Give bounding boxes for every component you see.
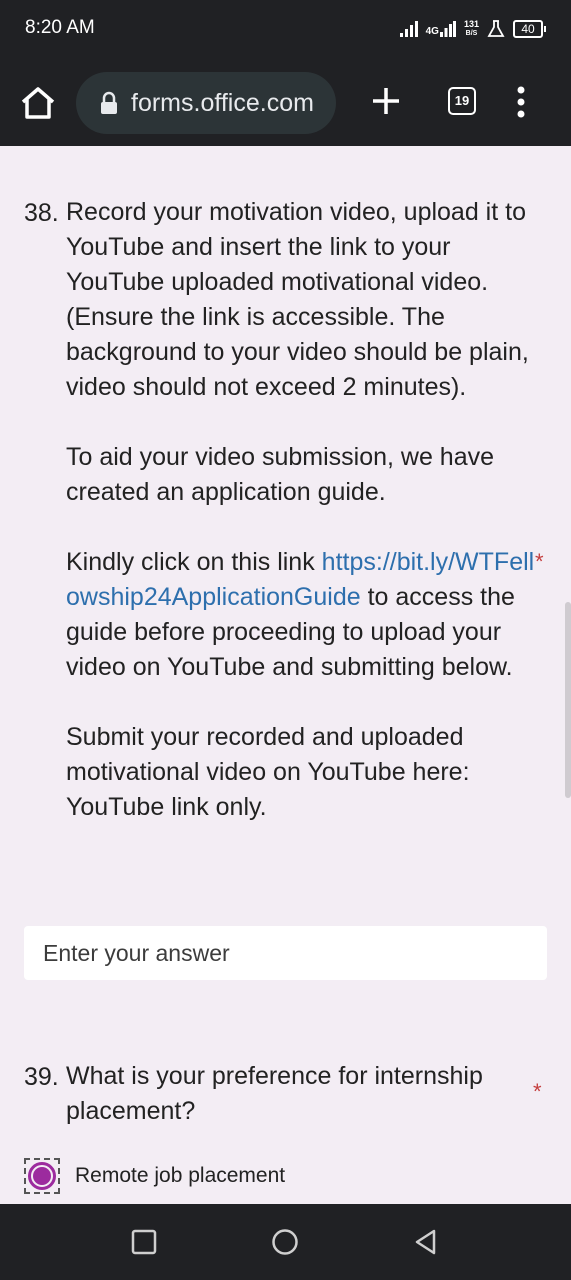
navigation-bar (0, 1204, 571, 1280)
speed-unit: B/S (465, 30, 478, 37)
lock-icon (101, 91, 117, 114)
signal-4g-icon: 4G (426, 21, 456, 37)
url-text: forms.office.com (131, 89, 314, 117)
status-bar: 8:20 AM 4G 131 B/S 40 (0, 0, 571, 58)
new-tab-icon[interactable] (370, 85, 402, 117)
required-marker: * (535, 549, 544, 574)
signal-bars-icon (439, 21, 456, 37)
question-38-text: Record your motivation video, upload it … (66, 198, 529, 401)
battery-level: 40 (513, 20, 543, 38)
back-icon[interactable] (412, 1228, 440, 1256)
question-38-submit-text: Submit your recorded and uploaded motiva… (66, 723, 470, 821)
network-type: 4G (425, 26, 439, 37)
home-circle-icon[interactable] (271, 1228, 299, 1256)
radio-button[interactable] (24, 1158, 60, 1194)
speed-value: 131 (463, 19, 479, 29)
form-content: 38. Record your motivation video, upload… (0, 146, 571, 1204)
signal-icon (399, 21, 418, 37)
battery-icon: 40 (513, 20, 546, 38)
status-time: 8:20 AM (25, 17, 95, 38)
option-label: Remote job placement (75, 1164, 286, 1187)
question-38-body: Record your motivation video, upload it … (66, 195, 540, 825)
question-38-guide-text: To aid your video submission, we have cr… (66, 443, 495, 506)
menu-icon[interactable] (516, 86, 526, 118)
tab-switcher-icon[interactable]: 19 (448, 87, 476, 115)
question-38-number: 38. (24, 199, 59, 227)
required-marker: * (533, 1079, 542, 1104)
network-speed: 131 B/S (464, 20, 479, 38)
option-remote-job-placement[interactable]: Remote job placement (24, 1156, 285, 1196)
question-39-text: What is your preference for internship p… (66, 1062, 483, 1125)
link-prefix: Kindly click on this link (66, 548, 315, 576)
status-icons: 4G 131 B/S 40 (399, 16, 546, 42)
home-icon[interactable] (19, 85, 57, 121)
browser-toolbar: forms.office.com 19 (0, 58, 571, 146)
question-38-link-paragraph: Kindly click on this link https://bit.ly… (66, 545, 540, 685)
lab-icon (487, 20, 505, 37)
scrollbar[interactable] (565, 602, 571, 798)
answer-input[interactable]: Enter your answer (24, 926, 547, 980)
question-39-number: 39. (24, 1063, 59, 1091)
recents-icon[interactable] (130, 1228, 158, 1256)
address-bar[interactable]: forms.office.com (76, 72, 336, 134)
